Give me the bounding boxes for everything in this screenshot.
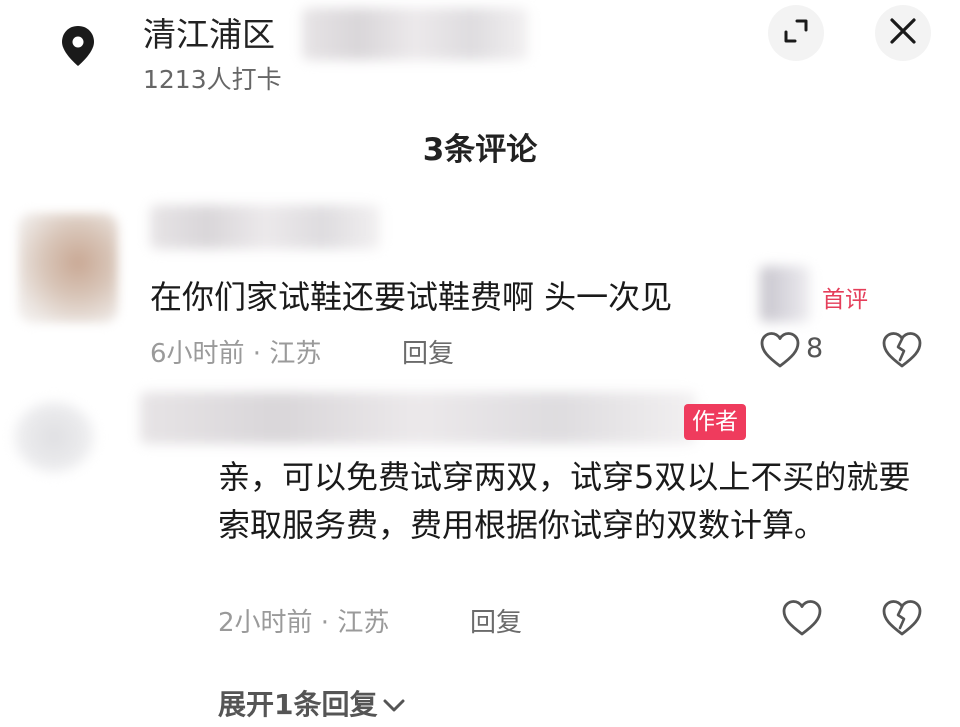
blurred-username[interactable]: [150, 205, 380, 249]
comment-text: 在你们家试鞋还要试鞋费啊 头一次见: [150, 278, 673, 316]
checkin-count: 1213人打卡: [143, 65, 282, 94]
close-icon: [888, 16, 918, 50]
close-button[interactable]: [875, 5, 931, 61]
comment-time-location: 2小时前 · 江苏: [218, 608, 390, 638]
blurred-emoji: [760, 266, 810, 322]
like-count: 8: [806, 333, 824, 364]
comment-text: 亲，可以免费试穿两双，试穿5双以上不买的就要索取服务费，费用根据你试穿的双数计算…: [218, 458, 911, 544]
chevron-down-icon: [383, 687, 405, 720]
avatar[interactable]: [18, 213, 118, 323]
heart-outline-icon[interactable]: [758, 330, 802, 370]
reply-button[interactable]: 回复: [402, 333, 454, 370]
blurred-location-detail: [302, 8, 528, 60]
first-comment-badge: 首评: [822, 287, 868, 313]
expand-button[interactable]: [768, 5, 824, 61]
broken-heart-icon[interactable]: [880, 330, 924, 370]
broken-heart-icon[interactable]: [880, 598, 924, 638]
expand-icon: [780, 15, 812, 51]
avatar[interactable]: [14, 402, 94, 472]
expand-replies-button[interactable]: 展开1条回复: [218, 683, 405, 723]
expand-replies-label: 展开1条回复: [218, 688, 378, 721]
author-badge: 作者: [684, 404, 746, 440]
blurred-username[interactable]: [140, 392, 696, 444]
location-pin-icon: [58, 24, 98, 68]
reply-button[interactable]: 回复: [470, 602, 522, 639]
location-name[interactable]: 清江浦区: [143, 8, 275, 56]
comment-count-title: 3条评论: [422, 132, 538, 168]
heart-outline-icon[interactable]: [780, 598, 824, 638]
comment-time-location: 6小时前 · 江苏: [150, 339, 322, 369]
